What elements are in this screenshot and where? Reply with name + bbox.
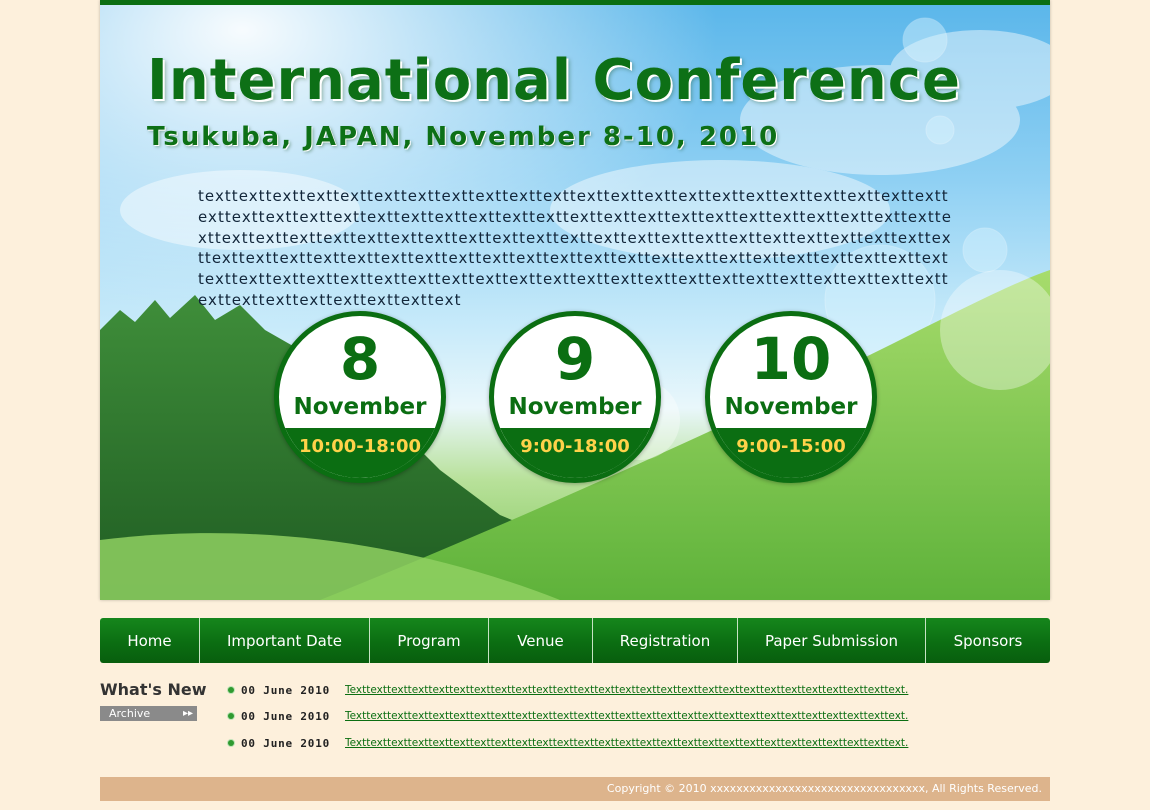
nav-important-date[interactable]: Important Date (200, 618, 370, 663)
intro-text: texttexttexttexttexttexttexttexttexttext… (198, 187, 952, 309)
nav-venue[interactable]: Venue (489, 618, 593, 663)
day-badge-2: 9 November 9:00-18:00 (489, 311, 661, 483)
day-month: November (508, 394, 642, 420)
day-number: 10 (750, 325, 832, 393)
day-badge-1: 8 November 10:00-18:00 (274, 311, 446, 483)
day-number: 8 (339, 325, 381, 393)
page-title: International Conference (147, 48, 961, 113)
bullet-icon (228, 713, 234, 719)
nav-registration[interactable]: Registration (593, 618, 738, 663)
news-date: 00 June 2010 (241, 736, 331, 750)
news-link[interactable]: Texttexttexttexttexttexttexttexttexttext… (345, 710, 1037, 722)
day-hours: 9:00-18:00 (494, 428, 656, 478)
footer-bar: Copyright © 2010 xxxxxxxxxxxxxxxxxxxxxxx… (100, 777, 1050, 801)
news-item: 00 June 2010 Texttexttexttexttexttexttex… (226, 735, 1037, 751)
main-navigation: Home Important Date Program Venue Regist… (100, 618, 1050, 663)
nav-sponsors[interactable]: Sponsors (926, 618, 1050, 663)
news-item: 00 June 2010 Texttexttexttexttexttexttex… (226, 708, 1037, 724)
nav-paper-submission[interactable]: Paper Submission (738, 618, 926, 663)
conference-location-date: Tsukuba, JAPAN, November 8-10, 2010 (147, 122, 780, 152)
nav-program[interactable]: Program (370, 618, 489, 663)
bullet-icon (228, 687, 234, 693)
double-arrow-icon: ▸▸ (182, 708, 193, 719)
archive-button[interactable]: Archive ▸▸ (100, 706, 197, 721)
news-link[interactable]: Texttexttexttexttexttexttexttexttexttext… (345, 684, 1037, 696)
hero-banner: International Conference Tsukuba, JAPAN,… (100, 0, 1050, 600)
news-date: 00 June 2010 (241, 709, 331, 723)
day-hours: 9:00-15:00 (710, 428, 872, 478)
day-number: 9 (554, 325, 596, 393)
day-month: November (724, 394, 858, 420)
bullet-icon (228, 740, 234, 746)
copyright-text: Copyright © 2010 xxxxxxxxxxxxxxxxxxxxxxx… (606, 782, 1042, 795)
day-badge-3: 10 November 9:00-15:00 (705, 311, 877, 483)
news-link[interactable]: Texttexttexttexttexttexttexttexttexttext… (345, 737, 1037, 749)
news-item: 00 June 2010 Texttexttexttexttexttexttex… (226, 682, 1037, 698)
whats-new-heading: What's New (100, 680, 207, 699)
hero-top-bar (100, 0, 1050, 5)
nav-home[interactable]: Home (100, 618, 200, 663)
news-date: 00 June 2010 (241, 683, 331, 697)
day-month: November (293, 394, 427, 420)
day-hours: 10:00-18:00 (279, 428, 441, 478)
archive-label: Archive (109, 707, 151, 720)
